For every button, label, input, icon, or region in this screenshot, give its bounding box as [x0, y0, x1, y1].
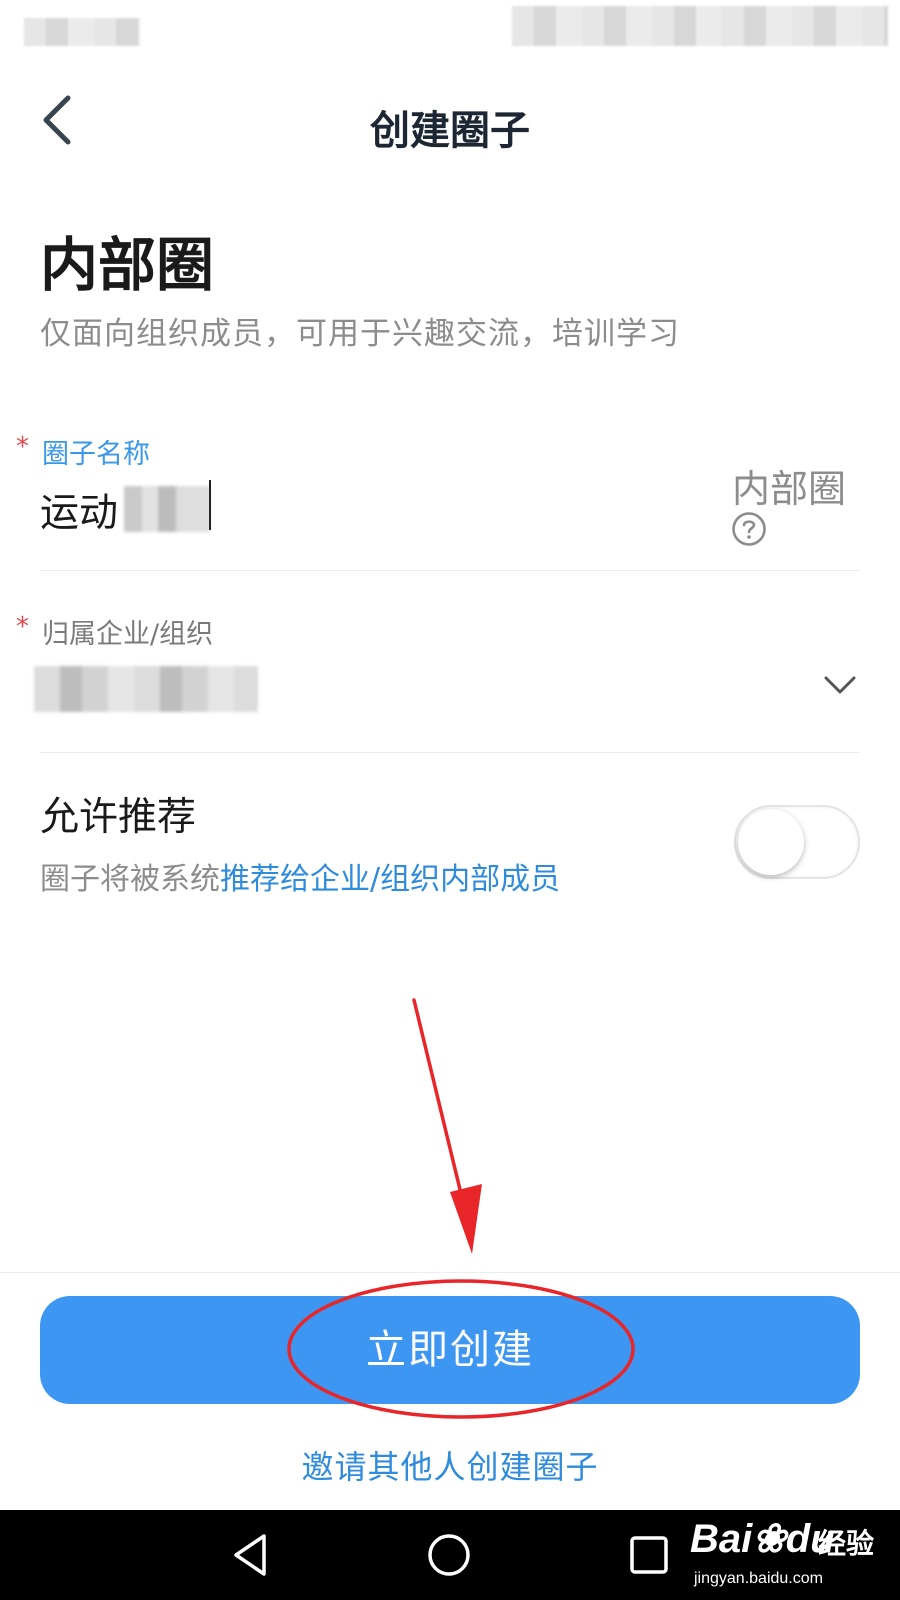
nav-bar: 创建圈子: [0, 72, 900, 172]
triangle-back-icon[interactable]: [226, 1530, 276, 1580]
allow-recommend-title: 允许推荐: [40, 795, 197, 840]
status-bar-right-blurred: [512, 6, 888, 46]
system-nav-bar: Bai❀du 经验 jingyan.baidu.com: [0, 1510, 900, 1600]
chevron-down-icon[interactable]: [822, 672, 858, 698]
organization-label: 归属企业/组织: [42, 619, 214, 650]
recommend-desc-prefix: 圈子将被系统: [40, 862, 220, 897]
circle-type-title: 内部圈: [40, 231, 215, 299]
bottom-divider: [0, 1272, 900, 1273]
organization-value-blurred: [34, 666, 258, 712]
allow-recommend-description: 圈子将被系统推荐给企业/组织内部成员: [40, 854, 560, 898]
divider: [40, 752, 860, 753]
paw-icon: ❀: [752, 1517, 786, 1561]
toggle-knob: [738, 809, 804, 875]
watermark-url: jingyan.baidu.com: [694, 1570, 823, 1587]
watermark-brand: Bai❀du: [690, 1517, 835, 1561]
question-circle-icon[interactable]: [731, 511, 767, 547]
circle-name-label: 圈子名称: [42, 439, 150, 470]
page-title: 创建圈子: [370, 108, 530, 154]
circle-type-description: 仅面向组织成员，可用于兴趣交流，培训学习: [40, 316, 680, 352]
watermark-cn: 经验: [818, 1528, 875, 1559]
square-recent-icon[interactable]: [624, 1530, 674, 1580]
divider: [40, 570, 860, 571]
allow-recommend-toggle[interactable]: [734, 805, 860, 879]
circle-home-icon[interactable]: [424, 1530, 474, 1580]
invite-others-link[interactable]: 邀请其他人创建圈子: [0, 1442, 900, 1488]
status-bar: [0, 0, 900, 62]
text-caret: [209, 480, 211, 530]
circle-name-blurred-part: [124, 486, 210, 532]
circle-type-tag: 内部圈: [732, 467, 847, 511]
status-bar-left-blurred: [24, 18, 140, 46]
annotation-ellipse-icon: [287, 1279, 635, 1419]
recommend-desc-highlight: 推荐给企业/组织内部成员: [220, 862, 561, 897]
required-mark: *: [16, 432, 29, 462]
baidu-jingyan-watermark: Bai❀du 经验 jingyan.baidu.com: [690, 1516, 890, 1596]
annotation-arrow-icon: [412, 998, 482, 1254]
required-mark: *: [16, 612, 29, 642]
circle-name-input[interactable]: 运动: [40, 482, 118, 538]
